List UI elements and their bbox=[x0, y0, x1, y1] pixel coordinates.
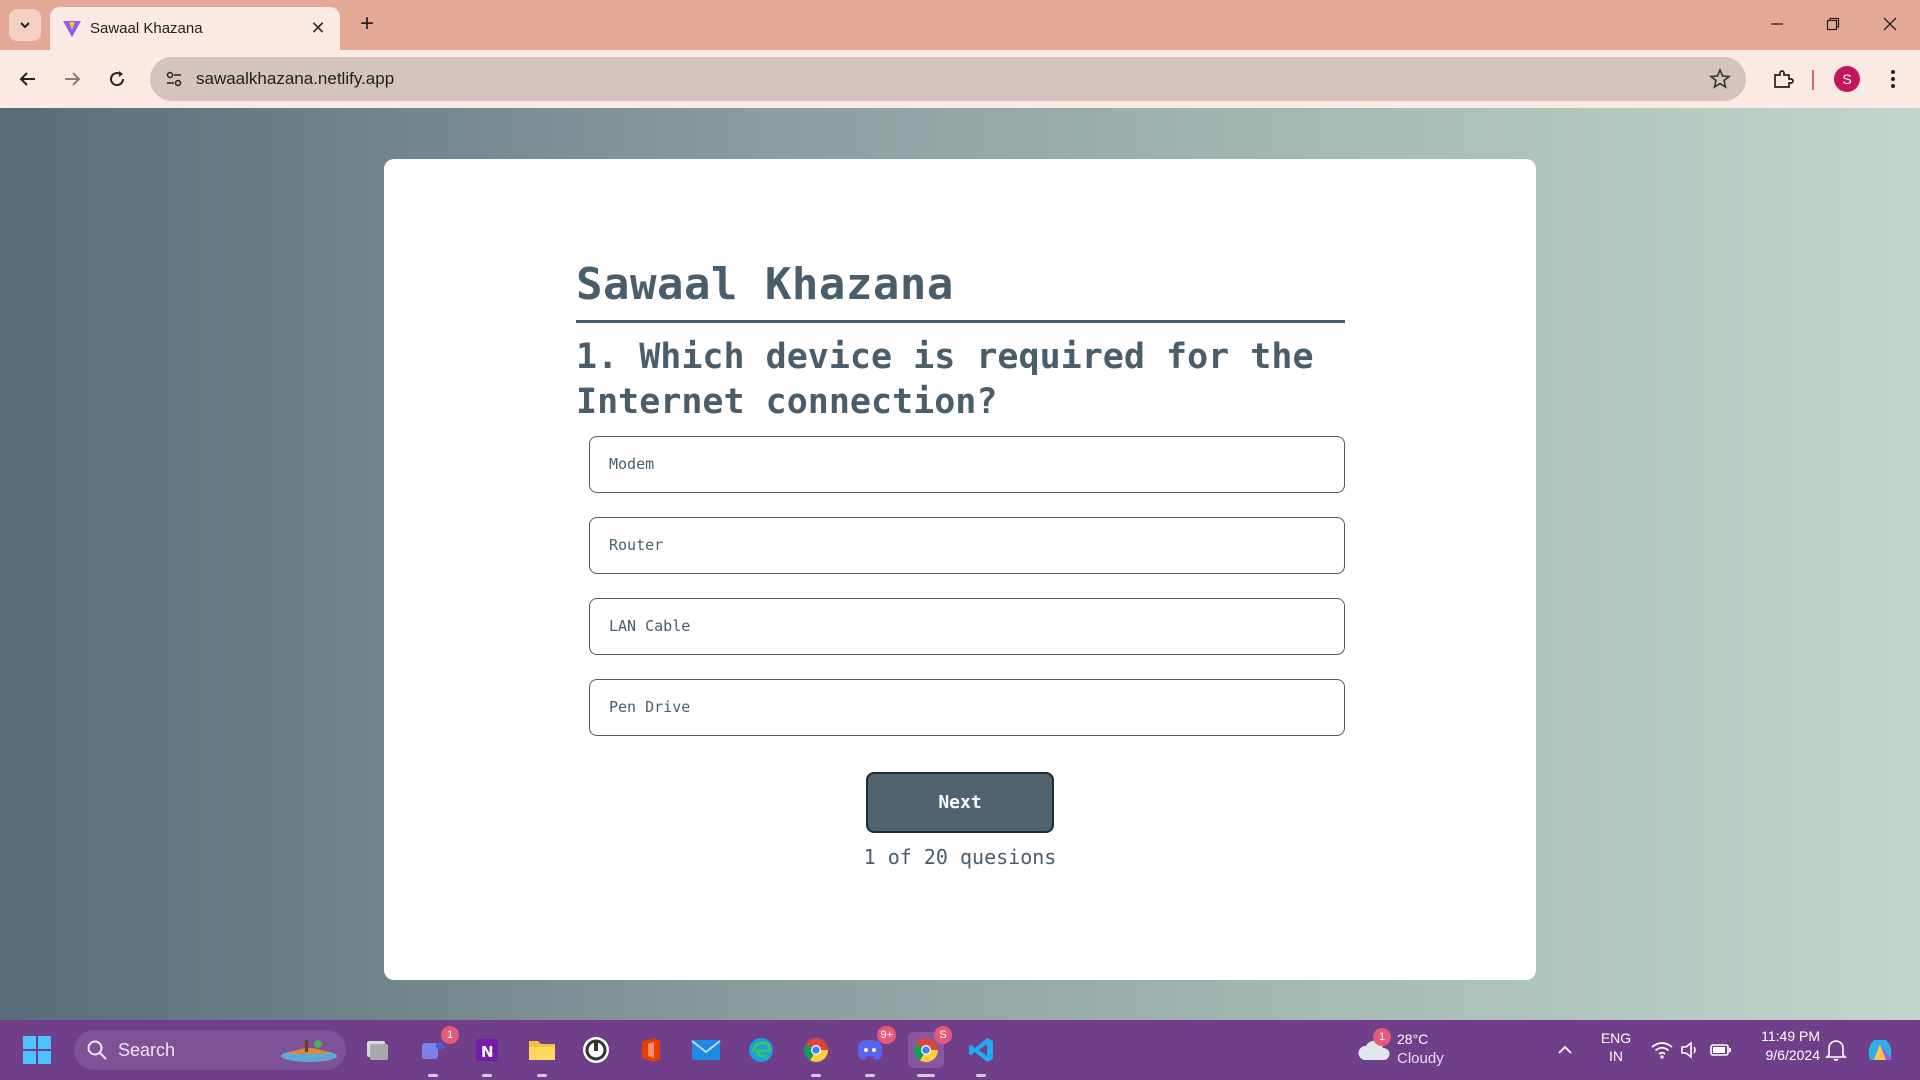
taskbar-vscode[interactable] bbox=[963, 1032, 999, 1077]
weather-temp: 28°C bbox=[1397, 1031, 1429, 1047]
browser-tab[interactable]: Sawaal Khazana ✕ bbox=[50, 7, 340, 50]
tab-title: Sawaal Khazana bbox=[90, 20, 203, 37]
chevron-down-icon bbox=[20, 22, 30, 29]
option-button[interactable]: LAN Cable bbox=[589, 598, 1345, 655]
close-window-button[interactable] bbox=[1870, 10, 1910, 38]
clock-date: 9/6/2024 bbox=[1765, 1047, 1821, 1063]
language-code: ENG bbox=[1600, 1030, 1632, 1046]
chevron-up-icon[interactable] bbox=[1556, 1041, 1574, 1059]
svg-text:N: N bbox=[481, 1043, 494, 1061]
running-indicator bbox=[811, 1074, 821, 1077]
weather-widget[interactable]: 1 28°C Cloudy bbox=[1355, 1028, 1455, 1072]
url-text[interactable]: sawaalkhazana.netlify.app bbox=[196, 69, 394, 89]
teams-icon bbox=[422, 1042, 444, 1059]
search-highlight-art-icon bbox=[281, 1040, 337, 1062]
windows-start-icon[interactable] bbox=[22, 1035, 52, 1065]
app-circle-icon bbox=[583, 1037, 609, 1063]
option-button[interactable]: Pen Drive bbox=[589, 679, 1345, 736]
taskbar-onenote[interactable]: N bbox=[469, 1032, 505, 1077]
tab-search-button[interactable] bbox=[9, 9, 41, 41]
running-indicator bbox=[428, 1074, 438, 1077]
arrow-right-icon bbox=[65, 72, 81, 86]
battery-icon[interactable] bbox=[1710, 1040, 1732, 1060]
page-viewport: Sawaal Khazana 1. Which device is requir… bbox=[0, 108, 1920, 1020]
onenote-icon: N bbox=[476, 1039, 498, 1061]
taskbar-mail[interactable] bbox=[688, 1032, 724, 1068]
address-bar[interactable]: sawaalkhazana.netlify.app bbox=[150, 57, 1746, 101]
running-indicator bbox=[865, 1074, 875, 1077]
notification-badge: 1 bbox=[441, 1026, 459, 1044]
chrome-icon bbox=[803, 1038, 828, 1063]
quiz-card: Sawaal Khazana 1. Which device is requir… bbox=[384, 159, 1536, 980]
next-button[interactable]: Next bbox=[866, 772, 1054, 833]
wifi-icon[interactable] bbox=[1651, 1040, 1673, 1060]
running-indicator bbox=[976, 1074, 986, 1077]
office-icon bbox=[642, 1038, 660, 1062]
notification-badge: 9+ bbox=[877, 1026, 896, 1044]
restore-button[interactable] bbox=[1813, 10, 1853, 38]
question-text: 1. Which device is required for the Inte… bbox=[576, 337, 1314, 422]
weather-badge: 1 bbox=[1373, 1028, 1391, 1046]
profile-avatar[interactable]: S bbox=[1834, 66, 1860, 92]
taskbar-chrome-profile[interactable] bbox=[798, 1032, 834, 1077]
new-tab-button[interactable]: + bbox=[352, 9, 382, 39]
reload-button[interactable] bbox=[100, 62, 134, 96]
vscode-icon bbox=[969, 1038, 993, 1062]
browser-toolbar: sawaalkhazana.netlify.app S bbox=[0, 50, 1920, 108]
taskbar-app-circle[interactable] bbox=[578, 1032, 614, 1068]
forward-button[interactable] bbox=[55, 62, 89, 96]
taskbar-chrome-active[interactable]: S bbox=[908, 1026, 952, 1077]
more-vert-icon bbox=[1891, 70, 1895, 88]
minimize-icon bbox=[1771, 23, 1783, 25]
reload-icon bbox=[110, 71, 125, 87]
vite-logo-icon bbox=[63, 21, 81, 37]
weather-desc: Cloudy bbox=[1397, 1050, 1444, 1067]
edge-icon bbox=[749, 1038, 773, 1062]
taskbar-teams[interactable]: 1 bbox=[415, 1026, 459, 1077]
language-indicator[interactable]: ENG IN bbox=[1596, 1030, 1636, 1070]
search-label: Search bbox=[118, 1040, 176, 1060]
folder-icon bbox=[529, 1041, 555, 1060]
tab-strip: Sawaal Khazana ✕ + bbox=[0, 0, 1920, 50]
running-indicator bbox=[482, 1074, 492, 1077]
clock[interactable]: 11:49 PM 9/6/2024 bbox=[1748, 1028, 1820, 1072]
mail-icon bbox=[691, 1040, 721, 1060]
search-icon bbox=[87, 1040, 107, 1060]
taskbar-edge[interactable] bbox=[743, 1032, 779, 1068]
taskbar: Search 1 N 9+ S 1 28°C Cloudy ENG IN 11:… bbox=[0, 1020, 1920, 1080]
site-info-icon[interactable] bbox=[160, 65, 188, 93]
browser-menu-button[interactable] bbox=[1876, 62, 1910, 96]
extensions-button[interactable] bbox=[1766, 62, 1800, 96]
bookmark-star-icon[interactable] bbox=[1708, 67, 1732, 91]
option-button[interactable]: Router bbox=[589, 517, 1345, 574]
volume-icon[interactable] bbox=[1680, 1040, 1702, 1060]
question-progress: 1 of 20 quesions bbox=[863, 845, 1057, 869]
back-button[interactable] bbox=[11, 62, 45, 96]
close-icon bbox=[1883, 17, 1897, 31]
running-indicator bbox=[537, 1074, 547, 1077]
task-view-icon bbox=[367, 1041, 388, 1060]
option-button[interactable]: Modem bbox=[589, 436, 1345, 493]
running-indicator bbox=[917, 1074, 935, 1077]
arrow-left-icon bbox=[19, 72, 35, 86]
copilot-icon[interactable] bbox=[1864, 1034, 1896, 1066]
app-title: Sawaal Khazana bbox=[576, 259, 954, 310]
restore-icon bbox=[1826, 17, 1840, 31]
toolbar-separator bbox=[1812, 70, 1814, 90]
title-divider bbox=[576, 320, 1345, 323]
close-tab-icon[interactable]: ✕ bbox=[308, 18, 328, 38]
notification-bell-icon[interactable] bbox=[1825, 1038, 1847, 1062]
profile-badge: S bbox=[934, 1026, 952, 1044]
clock-time: 11:49 PM bbox=[1761, 1028, 1820, 1044]
taskbar-discord[interactable]: 9+ bbox=[852, 1026, 896, 1077]
puzzle-icon bbox=[1774, 70, 1794, 88]
minimize-button[interactable] bbox=[1757, 10, 1797, 38]
taskbar-task-view[interactable] bbox=[359, 1032, 395, 1068]
taskbar-search[interactable]: Search bbox=[74, 1030, 346, 1070]
taskbar-office[interactable] bbox=[633, 1032, 669, 1068]
region-code: IN bbox=[1609, 1048, 1623, 1064]
taskbar-file-explorer[interactable] bbox=[524, 1032, 560, 1077]
